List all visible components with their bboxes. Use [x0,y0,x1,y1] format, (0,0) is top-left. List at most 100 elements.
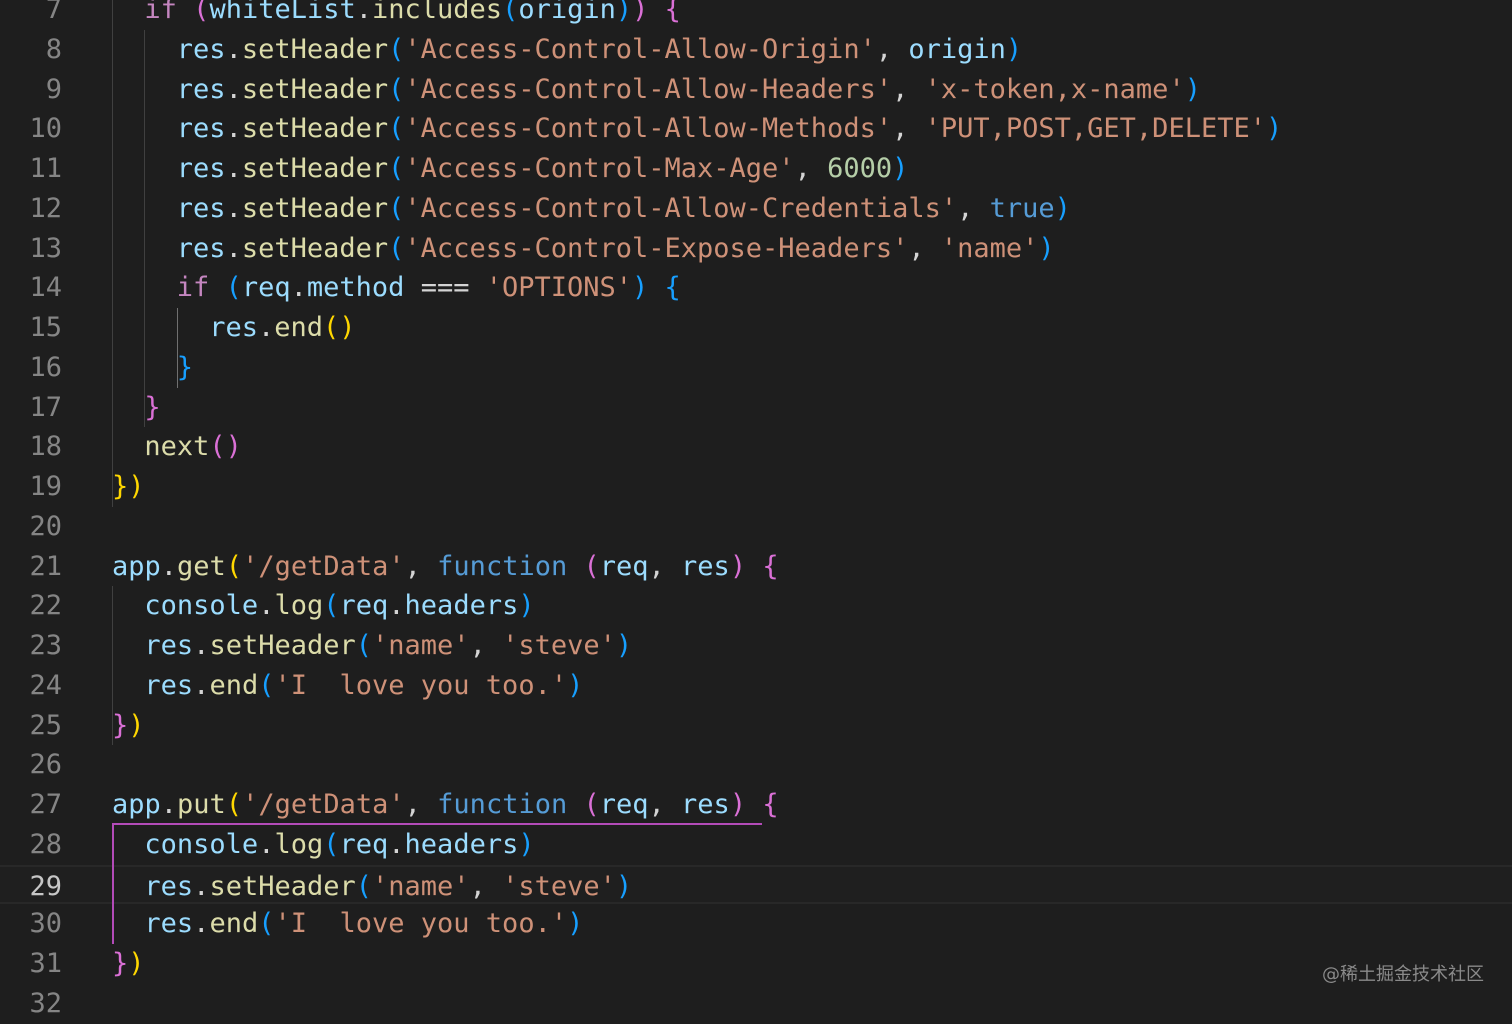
code-text: app.get('/getData', function (req, res) … [112,547,779,587]
code-token: 'I love you too.' [274,669,568,701]
code-token: . [225,232,242,264]
code-token: ) [1184,73,1201,105]
code-line[interactable]: 32 [0,984,1512,1024]
indent-guide [144,29,146,428]
code-token: app [112,550,161,582]
code-line[interactable]: 9 res.setHeader('Access-Control-Allow-Hea… [0,70,1512,110]
code-token: . [160,550,178,582]
code-token: setHeader [209,870,356,902]
code-token: req [339,828,389,860]
code-text: res.setHeader('Access-Control-Expose-Hea… [177,229,1055,269]
code-editor[interactable]: 7 if (whiteList.includes(origin)) {8 res.s… [0,0,1512,1019]
code-token: } [144,391,161,423]
line-number: 13 [29,232,62,264]
code-token: , [648,550,682,582]
code-token: ( [388,33,405,65]
code-token: ( [258,908,275,940]
code-line[interactable]: 26 [0,745,1512,785]
code-line[interactable]: 13 res.setHeader('Access-Control-Expose-H… [0,229,1512,269]
code-token: ) [632,272,649,304]
code-token: ( [323,828,340,860]
code-token: ) [615,870,633,902]
code-token: if [144,0,194,25]
code-text: } [144,388,160,428]
code-token: ( [388,192,405,224]
code-text: res.setHeader('name', 'steve') [144,626,632,666]
code-token: origin [518,0,616,25]
code-line[interactable]: 23 res.setHeader('name', 'steve') [0,626,1512,666]
line-number: 17 [29,391,62,423]
code-line[interactable]: 31}) [0,944,1512,984]
code-line[interactable]: 19}) [0,467,1512,507]
code-token: res [144,908,194,940]
code-line[interactable]: 18 next() [0,427,1512,467]
code-line[interactable]: 25}) [0,706,1512,746]
code-token: put [177,789,226,820]
code-token: res [144,630,194,661]
code-token: ( [323,590,340,622]
code-token: 'Access-Control-Allow-Credentials' [404,192,958,224]
code-text: next() [144,427,242,467]
code-token: 'Access-Control-Expose-Headers' [404,232,909,264]
line-number: 29 [29,870,62,902]
line-number: 12 [29,192,62,224]
code-token: setHeader [241,73,389,105]
line-number: 31 [29,948,62,979]
code-token: } [112,948,129,979]
code-line[interactable]: 14 if (req.method === 'OPTIONS') { [0,268,1512,308]
indent-guide [112,824,114,944]
code-line[interactable]: 30 res.end('I love you too.') [0,904,1512,944]
code-text: console.log(req.headers) [144,586,534,626]
code-token: headers [404,590,519,622]
code-token: console [144,590,259,622]
code-token: , [404,550,438,582]
bracket-pair-underline [112,822,762,825]
code-token: , [404,789,438,820]
line-number: 27 [29,789,62,820]
line-number: 19 [29,471,62,502]
code-token: res [176,73,226,105]
code-token: . [355,0,373,25]
code-line[interactable]: 16} [0,348,1512,388]
code-token: app [112,789,161,820]
code-token: () [209,431,242,463]
code-token: . [193,870,210,902]
code-token: ( [225,550,243,582]
code-line[interactable]: 28 console.log(req.headers) [0,825,1512,865]
code-token: 'PUT,POST,GET,DELETE' [924,113,1266,145]
watermark: @稀土掘金技术社区 [1322,964,1484,985]
code-line[interactable]: 17} [0,388,1512,428]
code-token: includes [372,0,503,25]
line-number: 11 [29,153,62,184]
code-line[interactable]: 7 if (whiteList.includes(origin)) { [0,0,1512,30]
code-token: ( [388,73,405,105]
code-token: '/getData' [242,789,405,820]
code-line[interactable]: 27 app.put('/getData', function (req, res… [0,785,1512,825]
line-number: 30 [29,908,62,940]
code-token: () [323,312,356,343]
code-line[interactable]: 24 res.end('I love you too.') [0,666,1512,706]
code-token: ) [1005,33,1023,65]
code-line[interactable]: 8 res.setHeader('Access-Control-Allow-Ori… [0,30,1512,70]
line-number: 24 [29,669,62,701]
code-line[interactable]: 11 res.setHeader('Access-Control-Max-Age'… [0,149,1512,189]
line-number: 23 [29,630,62,661]
code-token: 'Access-Control-Allow-Methods' [404,113,893,145]
code-token: ) [615,630,633,661]
code-token: , [957,192,990,224]
code-token: { [746,550,779,582]
code-token: setHeader [241,153,389,184]
code-token: method [306,272,405,304]
code-line[interactable]: 12 res.setHeader('Access-Control-Allow-Cr… [0,189,1512,229]
code-line[interactable]: 22 console.log(req.headers) [0,586,1512,626]
code-line[interactable]: 29 res.setHeader('name', 'steve') [0,864,1512,905]
code-token: res [176,192,226,224]
line-number: 10 [29,113,62,145]
code-line[interactable]: 15 res.end() [0,308,1512,348]
code-token: , [892,113,925,145]
code-line[interactable]: 21 app.get('/getData', function (req, res… [0,547,1512,587]
code-line[interactable]: 20 [0,507,1512,547]
line-number: 28 [29,828,62,860]
code-line[interactable]: 10 res.setHeader('Access-Control-Allow-Me… [0,109,1512,149]
code-text: res.end('I love you too.') [144,904,583,944]
